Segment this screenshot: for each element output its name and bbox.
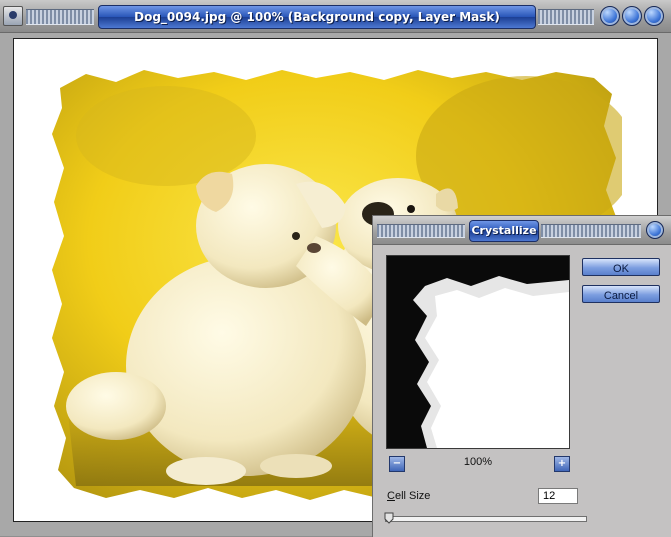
crystallize-dialog: Crystallize OK Cancel − 100% + Cell Size xyxy=(372,215,671,537)
zoom-in-icon[interactable]: + xyxy=(554,456,570,472)
document-title: Dog_0094.jpg @ 100% (Background copy, La… xyxy=(98,5,536,29)
zoom-level: 100% xyxy=(463,456,493,468)
minimize-icon[interactable] xyxy=(600,6,620,26)
cell-size-label-text: ell Size xyxy=(394,490,431,502)
dialog-title: Crystallize xyxy=(469,220,539,242)
titlebar-grip-right xyxy=(538,9,594,25)
cell-size-slider-track[interactable] xyxy=(385,516,587,522)
preview-image xyxy=(387,256,569,448)
cell-size-slider-thumb[interactable] xyxy=(384,512,394,524)
ok-button[interactable]: OK xyxy=(582,258,660,276)
maximize-icon[interactable] xyxy=(622,6,642,26)
dialog-grip-left xyxy=(377,224,465,238)
cell-size-input[interactable] xyxy=(538,488,578,504)
titlebar-grip-left xyxy=(26,9,94,25)
filter-preview[interactable] xyxy=(386,255,570,449)
cell-size-mnemonic: C xyxy=(387,490,395,502)
close-icon[interactable] xyxy=(646,221,664,239)
cell-size-label: Cell Size xyxy=(387,490,430,502)
dialog-grip-right xyxy=(541,224,641,238)
app-icon[interactable] xyxy=(3,6,23,26)
document-titlebar[interactable]: Dog_0094.jpg @ 100% (Background copy, La… xyxy=(0,0,671,33)
cancel-button[interactable]: Cancel xyxy=(582,285,660,303)
dialog-titlebar[interactable]: Crystallize xyxy=(373,216,671,245)
close-icon[interactable] xyxy=(644,6,664,26)
zoom-out-icon[interactable]: − xyxy=(389,456,405,472)
